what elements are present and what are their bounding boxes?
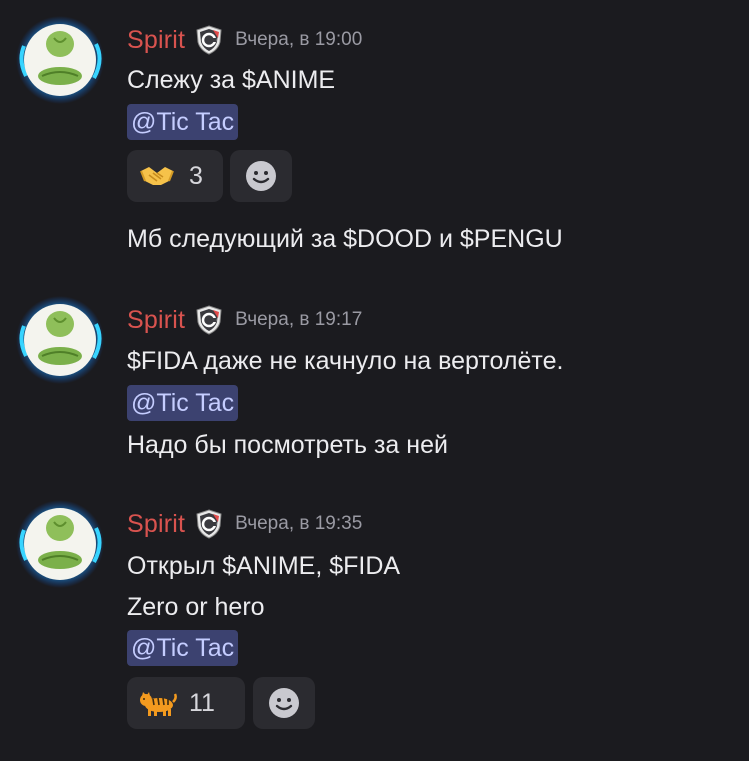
author-name[interactable]: Spirit [127,510,185,539]
user-mention[interactable]: @Tic Tac [127,385,239,421]
add-reaction-button[interactable] [253,677,315,729]
user-mention[interactable]: @Tic Tac [127,104,239,140]
handshake-emoji-icon [139,161,175,191]
message-text: Надо бы посмотреть за ней [127,431,448,459]
reaction-count: 11 [189,688,215,717]
smiley-add-reaction-icon [269,688,299,718]
shield-badge-icon[interactable] [193,304,225,336]
cabbage-avatar-icon [16,16,104,104]
author-name[interactable]: Spirit [127,306,185,335]
avatar[interactable] [16,296,104,384]
add-reaction-button[interactable] [230,150,292,202]
avatar[interactable] [16,16,104,104]
message-text: Мб следующий за $DOOD и $PENGU [127,225,563,253]
cabbage-avatar-icon [16,500,104,588]
reaction-button[interactable]: 11 [127,677,245,729]
shield-badge-icon[interactable] [193,24,225,56]
message-text: Zero or hero [127,593,265,621]
tiger-emoji-icon [139,688,177,718]
reaction-button[interactable]: 3 [127,150,223,202]
user-mention[interactable]: @Tic Tac [127,630,239,666]
author-name[interactable]: Spirit [127,26,185,55]
timestamp: Вчера, в 19:00 [235,29,363,50]
message-text: $FIDA даже не качнуло на вертолёте. [127,347,564,375]
reaction-count: 3 [189,161,203,190]
smiley-add-reaction-icon [246,161,276,191]
timestamp: Вчера, в 19:17 [235,309,363,330]
timestamp: Вчера, в 19:35 [235,513,363,534]
avatar[interactable] [16,500,104,588]
chat-log: Spirit Вчера, в 19:00 Слежу за $ANIME @T… [0,0,749,761]
shield-badge-icon[interactable] [193,508,225,540]
cabbage-avatar-icon [16,296,104,384]
message-text: Открыл $ANIME, $FIDA [127,552,401,580]
message-text: Слежу за $ANIME [127,66,336,94]
